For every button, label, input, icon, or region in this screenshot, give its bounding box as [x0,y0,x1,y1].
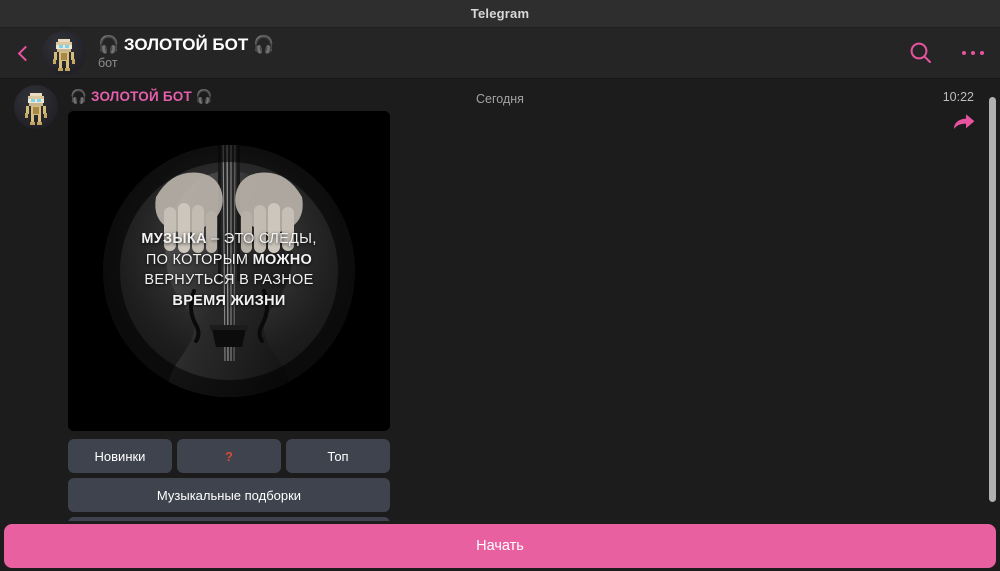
message-row: 🎧 ЗОЛОТОЙ БОТ 🎧 МУЗЫКА – ЭТО СЛЕДЫ, ПО К… [14,85,390,521]
forward-arrow-icon [954,114,975,129]
message-body: 🎧 ЗОЛОТОЙ БОТ 🎧 МУЗЫКА – ЭТО СЛЕДЫ, ПО К… [68,85,390,521]
chat-message-area: Сегодня 10:22 🎧 ЗОЛОТОЙ БОТ 🎧 МУЗЫКА – Э… [0,79,1000,521]
keyboard-button-top[interactable]: Топ [286,439,390,473]
start-bar: Начать [0,521,1000,571]
quote-line-4: ВРЕМЯ ЖИЗНИ [172,292,286,309]
app-title: Telegram [470,6,530,21]
keyboard-button-help[interactable]: ? [177,439,281,473]
forward-button[interactable] [952,112,976,137]
chat-avatar[interactable] [42,31,86,75]
chat-subtitle: бот [98,56,118,71]
search-icon [910,42,931,63]
quote-line-1: МУЗЫКА – ЭТО СЛЕДЫ, [141,231,317,247]
more-options-icon [961,50,984,56]
inline-keyboard: Новинки ? Топ Музыкальные подборки [68,439,390,521]
keyboard-row-1: Новинки ? Топ [68,439,390,473]
telegram-window: Telegram 🎧 ЗОЛОТОЙ БОТ 🎧 бот Сегодня 10:… [0,0,1000,571]
chat-header: 🎧 ЗОЛОТОЙ БОТ 🎧 бот [0,28,1000,79]
quote-line-3: ВЕРНУТЬСЯ В РАЗНОЕ [144,272,314,289]
header-actions [908,40,984,66]
chat-title: 🎧 ЗОЛОТОЙ БОТ 🎧 [98,35,275,55]
message-avatar[interactable] [14,85,58,129]
start-button[interactable]: Начать [4,524,996,568]
message-sender-name: 🎧 ЗОЛОТОЙ БОТ 🎧 [70,89,213,104]
keyboard-button-music-collections[interactable]: Музыкальные подборки [68,478,390,512]
chat-scrollbar[interactable] [989,97,996,502]
back-button[interactable] [6,33,40,73]
back-chevron-icon [17,45,33,61]
message-timestamp: 10:22 [942,90,974,104]
golden-bot-avatar-icon [25,93,47,125]
keyboard-row-2: Музыкальные подборки [68,478,390,512]
keyboard-button-novinki[interactable]: Новинки [68,439,172,473]
golden-bot-avatar-icon [53,39,75,71]
message-photo[interactable]: МУЗЫКА – ЭТО СЛЕДЫ, ПО КОТОРЫМ МОЖНО ВЕР… [68,111,390,431]
search-button[interactable] [908,40,934,66]
header-text-block: 🎧 ЗОЛОТОЙ БОТ 🎧 бот [98,35,274,71]
photo-quote-text: МУЗЫКА – ЭТО СЛЕДЫ, ПО КОТОРЫМ МОЖНО ВЕР… [68,229,390,311]
window-titlebar: Telegram [0,0,1000,28]
quote-line-2: ПО КОТОРЫМ МОЖНО [145,251,313,268]
more-options-button[interactable] [961,50,984,56]
